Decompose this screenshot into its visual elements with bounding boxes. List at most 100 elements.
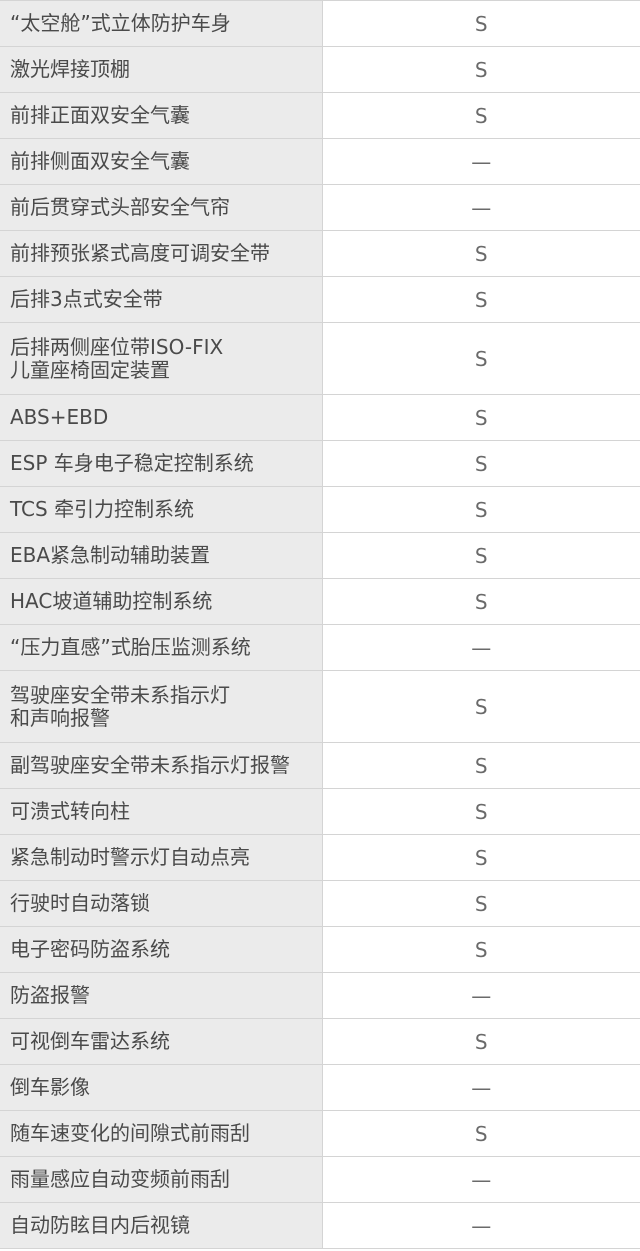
table-row: 前排正面双安全气囊 S [0,92,640,139]
feature-label: 雨量感应自动变频前雨刮 [10,1167,230,1191]
feature-label: EBA紧急制动辅助装置 [10,543,211,567]
feature-label: 随车速变化的间隙式前雨刮 [10,1121,250,1145]
feature-cell: 后排3点式安全带 [0,276,323,323]
table-row: TCS 牵引力控制系统 S [0,486,640,533]
table-row: 副驾驶座安全带未系指示灯报警 S [0,742,640,789]
table-row: 紧急制动时警示灯自动点亮 S [0,834,640,881]
value-cell: — [322,184,640,231]
table-row: 前后贯穿式头部安全气帘 — [0,184,640,231]
feature-label: 倒车影像 [10,1075,90,1099]
feature-cell: 紧急制动时警示灯自动点亮 [0,834,323,881]
value-cell: S [322,788,640,835]
feature-cell: HAC坡道辅助控制系统 [0,578,323,625]
feature-cell: ABS+EBD [0,394,323,441]
value-cell: — [322,1202,640,1249]
table-row: 倒车影像 — [0,1064,640,1111]
feature-cell: 前排侧面双安全气囊 [0,138,323,185]
feature-label: HAC坡道辅助控制系统 [10,589,213,613]
feature-cell: 前后贯穿式头部安全气帘 [0,184,323,231]
feature-label: 前排侧面双安全气囊 [10,149,190,173]
feature-cell: “太空舱”式立体防护车身 [0,0,323,47]
table-row: “压力直感”式胎压监测系统 — [0,624,640,671]
table-row: 前排预张紧式高度可调安全带 S [0,230,640,277]
table-row: 后排3点式安全带 S [0,276,640,323]
feature-label: 行驶时自动落锁 [10,891,150,915]
value-cell: S [322,230,640,277]
table-row: 驾驶座安全带未系指示灯 和声响报警 S [0,670,640,743]
feature-label: 后排两侧座位带ISO-FIX 儿童座椅固定装置 [10,334,224,382]
feature-cell: 随车速变化的间隙式前雨刮 [0,1110,323,1157]
feature-label: ABS+EBD [10,405,109,429]
feature-label: 防盗报警 [10,983,90,1007]
value-cell: S [322,834,640,881]
feature-cell: 行驶时自动落锁 [0,880,323,927]
table-row: 自动防眩目内后视镜 — [0,1202,640,1249]
value-cell: S [322,486,640,533]
table-row: “太空舱”式立体防护车身 S [0,0,640,47]
feature-cell: 倒车影像 [0,1064,323,1111]
value-cell: S [322,322,640,395]
table-row: 电子密码防盗系统 S [0,926,640,973]
spec-table: “太空舱”式立体防护车身 S 激光焊接顶棚 S 前排正面双安全气囊 S 前排侧面双安全气囊 —… [0,0,640,1249]
feature-label: 前排预张紧式高度可调安全带 [10,241,270,265]
feature-cell: 后排两侧座位带ISO-FIX 儿童座椅固定装置 [0,322,323,395]
feature-label: 后排3点式安全带 [10,287,163,311]
feature-label: 可溃式转向柱 [10,799,130,823]
value-cell: S [322,46,640,93]
feature-cell: 可溃式转向柱 [0,788,323,835]
value-cell: S [322,1018,640,1065]
feature-cell: 可视倒车雷达系统 [0,1018,323,1065]
value-cell: — [322,972,640,1019]
feature-label: “太空舱”式立体防护车身 [10,11,231,35]
value-cell: S [322,92,640,139]
table-row: EBA紧急制动辅助装置 S [0,532,640,579]
feature-label: 电子密码防盗系统 [10,937,170,961]
feature-label: 前后贯穿式头部安全气帘 [10,195,230,219]
value-cell: — [322,1156,640,1203]
feature-cell: 电子密码防盗系统 [0,926,323,973]
feature-label: 自动防眩目内后视镜 [10,1213,190,1237]
value-cell: — [322,138,640,185]
feature-label: TCS 牵引力控制系统 [10,497,195,521]
value-cell: S [322,532,640,579]
table-row: ABS+EBD S [0,394,640,441]
table-row: 后排两侧座位带ISO-FIX 儿童座椅固定装置 S [0,322,640,395]
value-cell: S [322,394,640,441]
feature-cell: 雨量感应自动变频前雨刮 [0,1156,323,1203]
feature-cell: EBA紧急制动辅助装置 [0,532,323,579]
feature-cell: 前排预张紧式高度可调安全带 [0,230,323,277]
value-cell: S [322,440,640,487]
feature-label: ESP 车身电子稳定控制系统 [10,451,254,475]
feature-cell: 防盗报警 [0,972,323,1019]
feature-cell: 前排正面双安全气囊 [0,92,323,139]
feature-cell: 激光焊接顶棚 [0,46,323,93]
value-cell: — [322,624,640,671]
feature-label: 前排正面双安全气囊 [10,103,190,127]
value-cell: S [322,880,640,927]
value-cell: S [322,0,640,47]
feature-label: “压力直感”式胎压监测系统 [10,635,251,659]
feature-cell: 副驾驶座安全带未系指示灯报警 [0,742,323,789]
feature-label: 驾驶座安全带未系指示灯 和声响报警 [10,682,230,730]
table-row: 前排侧面双安全气囊 — [0,138,640,185]
feature-cell: ESP 车身电子稳定控制系统 [0,440,323,487]
table-row: 雨量感应自动变频前雨刮 — [0,1156,640,1203]
feature-label: 副驾驶座安全带未系指示灯报警 [10,753,290,777]
value-cell: — [322,1064,640,1111]
table-row: 行驶时自动落锁 S [0,880,640,927]
value-cell: S [322,926,640,973]
spec-table-body: “太空舱”式立体防护车身 S 激光焊接顶棚 S 前排正面双安全气囊 S 前排侧面双安全气囊 —… [0,0,640,1249]
table-row: 激光焊接顶棚 S [0,46,640,93]
feature-cell: “压力直感”式胎压监测系统 [0,624,323,671]
feature-cell: 自动防眩目内后视镜 [0,1202,323,1249]
table-row: 可视倒车雷达系统 S [0,1018,640,1065]
table-row: 防盗报警 — [0,972,640,1019]
value-cell: S [322,276,640,323]
feature-label: 激光焊接顶棚 [10,57,130,81]
table-row: ESP 车身电子稳定控制系统 S [0,440,640,487]
feature-label: 可视倒车雷达系统 [10,1029,170,1053]
value-cell: S [322,670,640,743]
table-row: 随车速变化的间隙式前雨刮 S [0,1110,640,1157]
feature-cell: TCS 牵引力控制系统 [0,486,323,533]
table-row: 可溃式转向柱 S [0,788,640,835]
